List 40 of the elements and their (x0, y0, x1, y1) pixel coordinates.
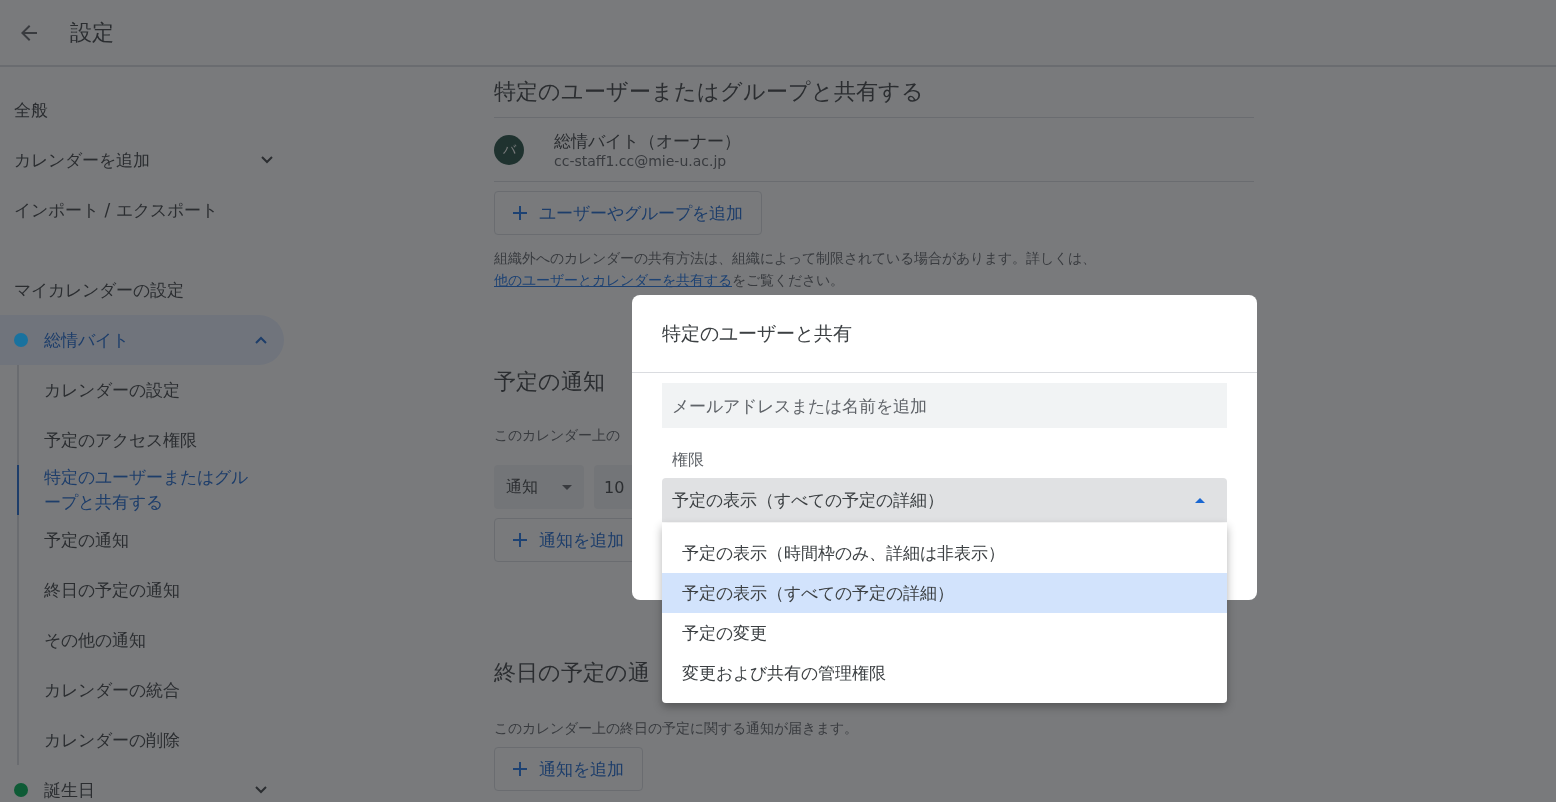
menu-option[interactable]: 予定の変更 (662, 613, 1227, 653)
member-email: cc-staff1.cc@mie-u.ac.jp (554, 153, 728, 169)
member-name: 総情バイト（オーナー） (554, 130, 741, 153)
section-title: 特定のユーザーまたはグループと共有する (494, 77, 1254, 118)
add-people-button[interactable]: ユーザーやグループを追加 (494, 191, 762, 235)
sidebar-subitem[interactable]: 特定のユーザーまたはグループと共有する (17, 465, 264, 515)
menu-option[interactable]: 予定の表示（時間枠のみ、詳細は非表示） (662, 533, 1227, 573)
menu-option[interactable]: 変更および共有の管理権限 (662, 653, 1227, 693)
sidebar-subitem[interactable]: カレンダーの統合 (17, 665, 264, 715)
email-input-field[interactable]: メールアドレスまたは名前を追加 (662, 383, 1227, 428)
time-field[interactable]: 10 (594, 465, 632, 509)
sidebar-item[interactable]: カレンダーを追加 (0, 135, 278, 185)
calendar-item[interactable]: 誕生日 (0, 765, 284, 802)
calendar-item[interactable]: 総情バイト (0, 315, 284, 365)
avatar: バ (494, 134, 524, 165)
sidebar-item[interactable]: 全般 (0, 85, 278, 135)
dropdown-arrow-icon (562, 484, 572, 490)
plus-icon (513, 762, 527, 776)
add-notification-button[interactable]: 通知を追加 (494, 747, 643, 791)
sidebar-subitem[interactable]: 予定の通知 (17, 515, 264, 565)
sidebar-subitem[interactable]: カレンダーの設定 (17, 365, 264, 415)
section-heading: マイカレンダーの設定 (13, 278, 185, 302)
section-title: 終日の予定の通 (494, 659, 650, 687)
permission-select[interactable]: 予定の表示（すべての予定の詳細） (662, 478, 1227, 522)
sidebar-item[interactable]: インポート / エクスポート (0, 185, 278, 235)
dropdown-arrow-icon (1195, 497, 1205, 503)
sidebar-subitem[interactable]: 予定のアクセス権限 (17, 415, 264, 465)
field-label: 権限 (672, 450, 705, 471)
sidebar-subitem[interactable]: カレンダーの削除 (17, 715, 264, 765)
section-title: 予定の通知 (494, 368, 606, 396)
menu-option[interactable]: 予定の表示（すべての予定の詳細） (662, 573, 1227, 613)
sharing-note: 組織外へのカレンダーの共有方法は、組織によって制限されている場合があります。詳しくは、 他のユーザーとカレンダーを共有する をご覧ください。 (494, 249, 1097, 290)
plus-icon (513, 533, 527, 547)
help-link[interactable]: 他のユーザーとカレンダーを共有する (494, 272, 732, 288)
sidebar-subitem[interactable]: 終日の予定の通知 (17, 565, 264, 615)
dialog-title: 特定のユーザーと共有 (632, 295, 1257, 373)
plus-icon (513, 206, 527, 220)
page-title: 設定 (70, 18, 114, 47)
notification-type-dropdown[interactable]: 通知 (494, 465, 584, 509)
sidebar-subitem[interactable]: その他の通知 (17, 615, 264, 665)
